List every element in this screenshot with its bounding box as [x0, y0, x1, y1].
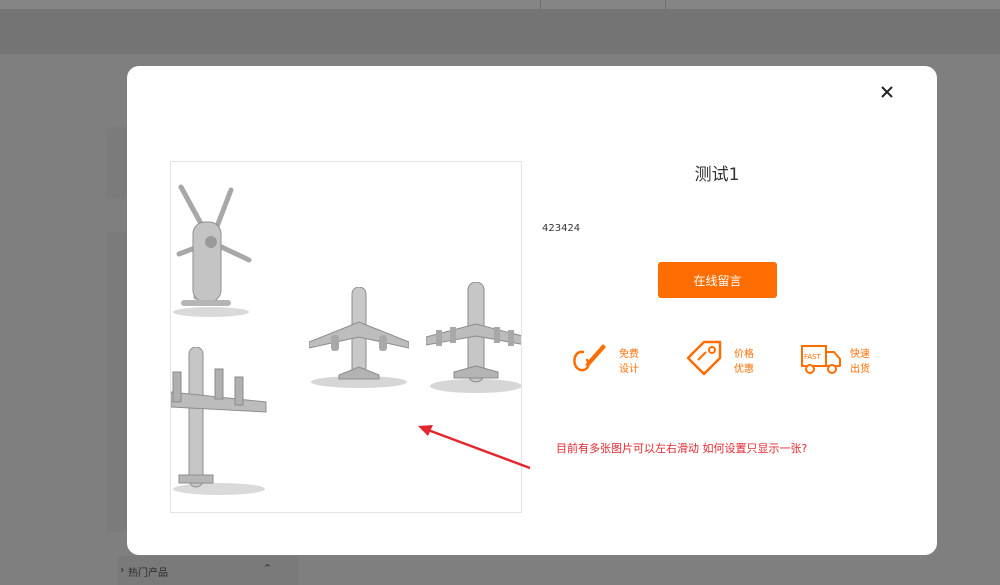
feature-price-discount-line1: 价格 [734, 349, 754, 360]
feature-free-design-line2: 设计 [619, 364, 639, 375]
jet-plane-image [309, 287, 409, 388]
sidebar-hot-products-label: 热门产品 [128, 568, 168, 579]
top-bar-divider [665, 0, 666, 9]
chevron-right-icon: › [120, 563, 125, 576]
top-bar-divider [540, 0, 541, 9]
pen-hook-icon [573, 344, 606, 372]
helicopter-image [173, 184, 252, 317]
close-icon [881, 86, 893, 98]
background-top-bar [0, 0, 1000, 9]
product-image-gallery[interactable] [170, 161, 522, 513]
close-button[interactable] [877, 82, 897, 102]
feature-price-discount-line2: 优惠 [734, 364, 754, 375]
price-tag-icon [686, 340, 722, 376]
feature-fast-shipping-line1: 快速 [850, 349, 870, 360]
background-header-band [0, 9, 1000, 54]
fast-icon-text: FAST [804, 353, 822, 361]
feature-free-design-line1: 免费 [619, 349, 639, 360]
online-message-button[interactable]: 在线留言 [658, 262, 777, 298]
feature-fast-shipping-line2: 出货 [850, 364, 870, 375]
chevron-up-icon[interactable]: ⌃ [263, 562, 272, 575]
product-title: 测试1 [694, 165, 740, 185]
cargo-plane-image [426, 282, 521, 393]
sidebar-hot-products[interactable]: › 热门产品 ⌃ [118, 556, 298, 585]
annotation-note: 目前有多张图片可以左右滑动 如何设置只显示一张? [556, 442, 808, 455]
turboprop-plane-image [171, 347, 267, 495]
product-modal: 测试1 423424 在线留言 免费 设计 价格 优惠 FAST 快速 出货 目… [127, 66, 937, 555]
fast-truck-icon: FAST [801, 345, 841, 374]
product-description: 423424 [542, 223, 581, 234]
